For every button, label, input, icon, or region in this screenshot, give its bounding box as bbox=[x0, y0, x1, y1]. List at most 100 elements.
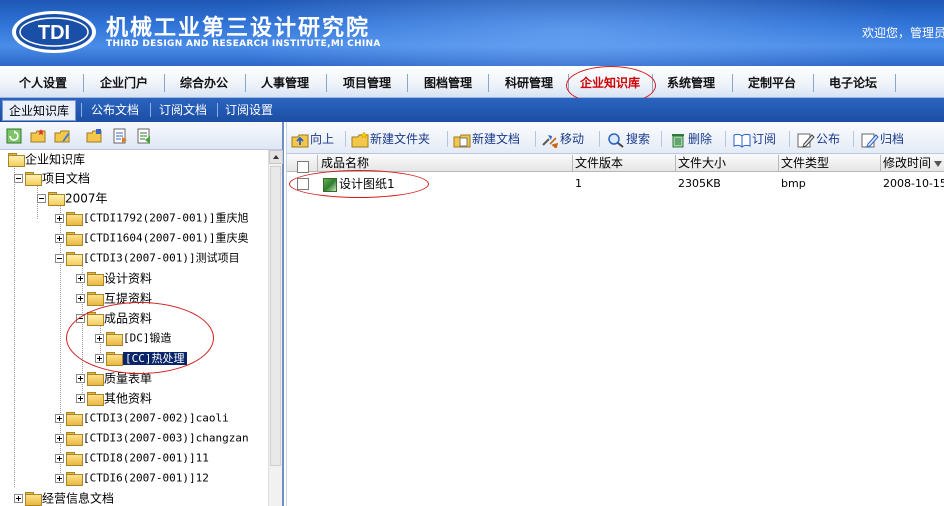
column-separator bbox=[880, 155, 881, 171]
select-all-checkbox[interactable] bbox=[297, 157, 309, 175]
column-header-modified[interactable]: 修改时间 bbox=[883, 154, 939, 172]
tree-scrollbar[interactable] bbox=[268, 150, 283, 506]
tree-node-forging[interactable]: [DC]锻造 bbox=[95, 329, 172, 347]
row-checkbox[interactable] bbox=[297, 177, 309, 191]
expand-icon[interactable] bbox=[14, 494, 23, 503]
tree-node-product-data[interactable]: 成品资料 bbox=[76, 309, 152, 327]
tree-node-exchange-data[interactable]: 互提资料 bbox=[76, 289, 152, 307]
export-icon[interactable] bbox=[112, 128, 128, 144]
import-icon[interactable] bbox=[136, 128, 152, 144]
scroll-up-icon[interactable] bbox=[269, 150, 283, 164]
folder-icon bbox=[25, 492, 42, 506]
move-button[interactable]: 移动 bbox=[541, 129, 584, 149]
edit-folder-icon[interactable] bbox=[54, 128, 70, 144]
expand-icon[interactable] bbox=[76, 374, 85, 383]
delete-icon bbox=[672, 133, 684, 147]
nav-separator bbox=[245, 74, 246, 92]
expand-icon[interactable] bbox=[55, 234, 64, 243]
expand-icon[interactable] bbox=[55, 454, 64, 463]
collapse-icon[interactable] bbox=[76, 314, 85, 323]
folder-icon bbox=[87, 392, 104, 406]
nav-custom-platform[interactable]: 定制平台 bbox=[748, 74, 796, 92]
nav-personal-settings[interactable]: 个人设置 bbox=[19, 74, 67, 92]
expand-icon[interactable] bbox=[76, 274, 85, 283]
tab-knowledge-base[interactable]: 企业知识库 bbox=[2, 100, 77, 121]
tree-node-design-data[interactable]: 设计资料 bbox=[76, 269, 152, 287]
tree-node-quality-forms[interactable]: 质量表单 bbox=[76, 369, 152, 387]
scroll-thumb[interactable] bbox=[270, 166, 281, 466]
refresh-icon[interactable] bbox=[6, 128, 22, 144]
tree-node-project[interactable]: [CTDI8(2007-001)]11 bbox=[55, 449, 209, 467]
subscribe-button[interactable]: 订阅 bbox=[733, 129, 776, 149]
collapse-icon[interactable] bbox=[55, 254, 64, 263]
nav-knowledge-base[interactable]: 企业知识库 bbox=[580, 74, 640, 92]
tree-node-project-test[interactable]: [CTDI3(2007-001)]测试项目 bbox=[55, 249, 240, 267]
nav-separator bbox=[83, 74, 84, 92]
nav-hr[interactable]: 人事管理 bbox=[261, 74, 309, 92]
column-header-size[interactable]: 文件大小 bbox=[678, 154, 726, 172]
book-icon bbox=[733, 133, 751, 148]
tdi-logo: TDI bbox=[12, 11, 96, 53]
toolbar-separator bbox=[599, 131, 600, 147]
collapse-icon[interactable] bbox=[14, 174, 23, 183]
file-name-cell[interactable]: 设计图纸1 bbox=[323, 174, 395, 194]
nav-separator bbox=[895, 74, 896, 92]
toolbar-separator bbox=[725, 131, 726, 147]
up-button[interactable]: 向上 bbox=[291, 129, 334, 149]
move-icon bbox=[542, 134, 559, 148]
checkbox[interactable] bbox=[297, 160, 309, 173]
tab-separator bbox=[217, 103, 218, 117]
new-folder-button[interactable]: 新建文件夹 bbox=[351, 129, 430, 149]
tree-node-business-docs[interactable]: 经营信息文档 bbox=[14, 489, 114, 506]
toolbar-separator bbox=[661, 131, 662, 147]
tree-node-project-docs[interactable]: 项目文档 bbox=[14, 169, 90, 187]
tree-node-year-2007[interactable]: 2007年 bbox=[37, 189, 108, 207]
expand-icon[interactable] bbox=[55, 434, 64, 443]
nav-enterprise-portal[interactable]: 企业门户 bbox=[100, 74, 148, 92]
tab-subscribed-docs[interactable]: 订阅文档 bbox=[153, 100, 213, 120]
nav-system[interactable]: 系统管理 bbox=[667, 74, 715, 92]
nav-project[interactable]: 项目管理 bbox=[343, 74, 391, 92]
column-header-type[interactable]: 文件类型 bbox=[781, 154, 829, 172]
tree-node-project[interactable]: [CTDI1792(2007-001)]重庆旭 bbox=[55, 209, 248, 227]
new-folder-icon[interactable] bbox=[30, 128, 46, 144]
tree-node-other-data[interactable]: 其他资料 bbox=[76, 389, 152, 407]
nav-forum[interactable]: 电子论坛 bbox=[829, 74, 877, 92]
tree-node-root[interactable]: 企业知识库 bbox=[8, 150, 85, 168]
toolbar-separator bbox=[447, 131, 448, 147]
new-document-icon bbox=[453, 134, 471, 147]
collapse-icon[interactable] bbox=[37, 194, 46, 203]
new-document-button[interactable]: 新建文档 bbox=[453, 129, 520, 149]
search-button[interactable]: 搜索 bbox=[607, 129, 650, 149]
sub-nav: 企业知识库 公布文档 订阅文档 订阅设置 bbox=[0, 98, 944, 122]
expand-icon[interactable] bbox=[95, 334, 104, 343]
checkbox[interactable] bbox=[297, 178, 309, 190]
expand-icon[interactable] bbox=[55, 214, 64, 223]
tab-published-docs[interactable]: 公布文档 bbox=[85, 100, 145, 120]
expand-icon[interactable] bbox=[95, 354, 104, 363]
column-header-name[interactable]: 成品名称 bbox=[321, 154, 369, 172]
table-row[interactable]: 设计图纸1 1 2305KB bmp 2008-10-15 bbox=[287, 174, 944, 194]
tab-subscription-settings[interactable]: 订阅设置 bbox=[219, 100, 279, 120]
tree-node-project[interactable]: [CTDI1604(2007-001)]重庆奥 bbox=[55, 229, 248, 247]
tree-node-project[interactable]: [CTDI3(2007-002)]caoli bbox=[55, 409, 229, 427]
nav-research[interactable]: 科研管理 bbox=[505, 74, 553, 92]
publish-button[interactable]: 公布 bbox=[797, 129, 840, 149]
file-toolbar: 向上 新建文件夹 新建文档 移动 搜索 删除 订阅 公布 归档 bbox=[287, 122, 944, 154]
column-header-version[interactable]: 文件版本 bbox=[575, 154, 623, 172]
column-separator bbox=[778, 155, 779, 171]
nav-archives[interactable]: 图档管理 bbox=[424, 74, 472, 92]
tree-node-heat-treatment[interactable]: [CC]热处理 bbox=[95, 349, 187, 367]
delete-button[interactable]: 删除 bbox=[669, 129, 712, 149]
nav-office[interactable]: 综合办公 bbox=[180, 74, 228, 92]
folder-properties-icon[interactable] bbox=[86, 128, 102, 144]
tree-node-project[interactable]: [CTDI3(2007-003)]changzan bbox=[55, 429, 249, 447]
expand-icon[interactable] bbox=[76, 294, 85, 303]
archive-button[interactable]: 归档 bbox=[861, 129, 904, 149]
tree-toolbar bbox=[0, 122, 282, 150]
expand-icon[interactable] bbox=[76, 394, 85, 403]
expand-icon[interactable] bbox=[55, 414, 64, 423]
tab-separator bbox=[150, 103, 151, 117]
expand-icon[interactable] bbox=[55, 474, 64, 483]
tree-node-project[interactable]: [CTDI6(2007-001)]12 bbox=[55, 469, 209, 487]
